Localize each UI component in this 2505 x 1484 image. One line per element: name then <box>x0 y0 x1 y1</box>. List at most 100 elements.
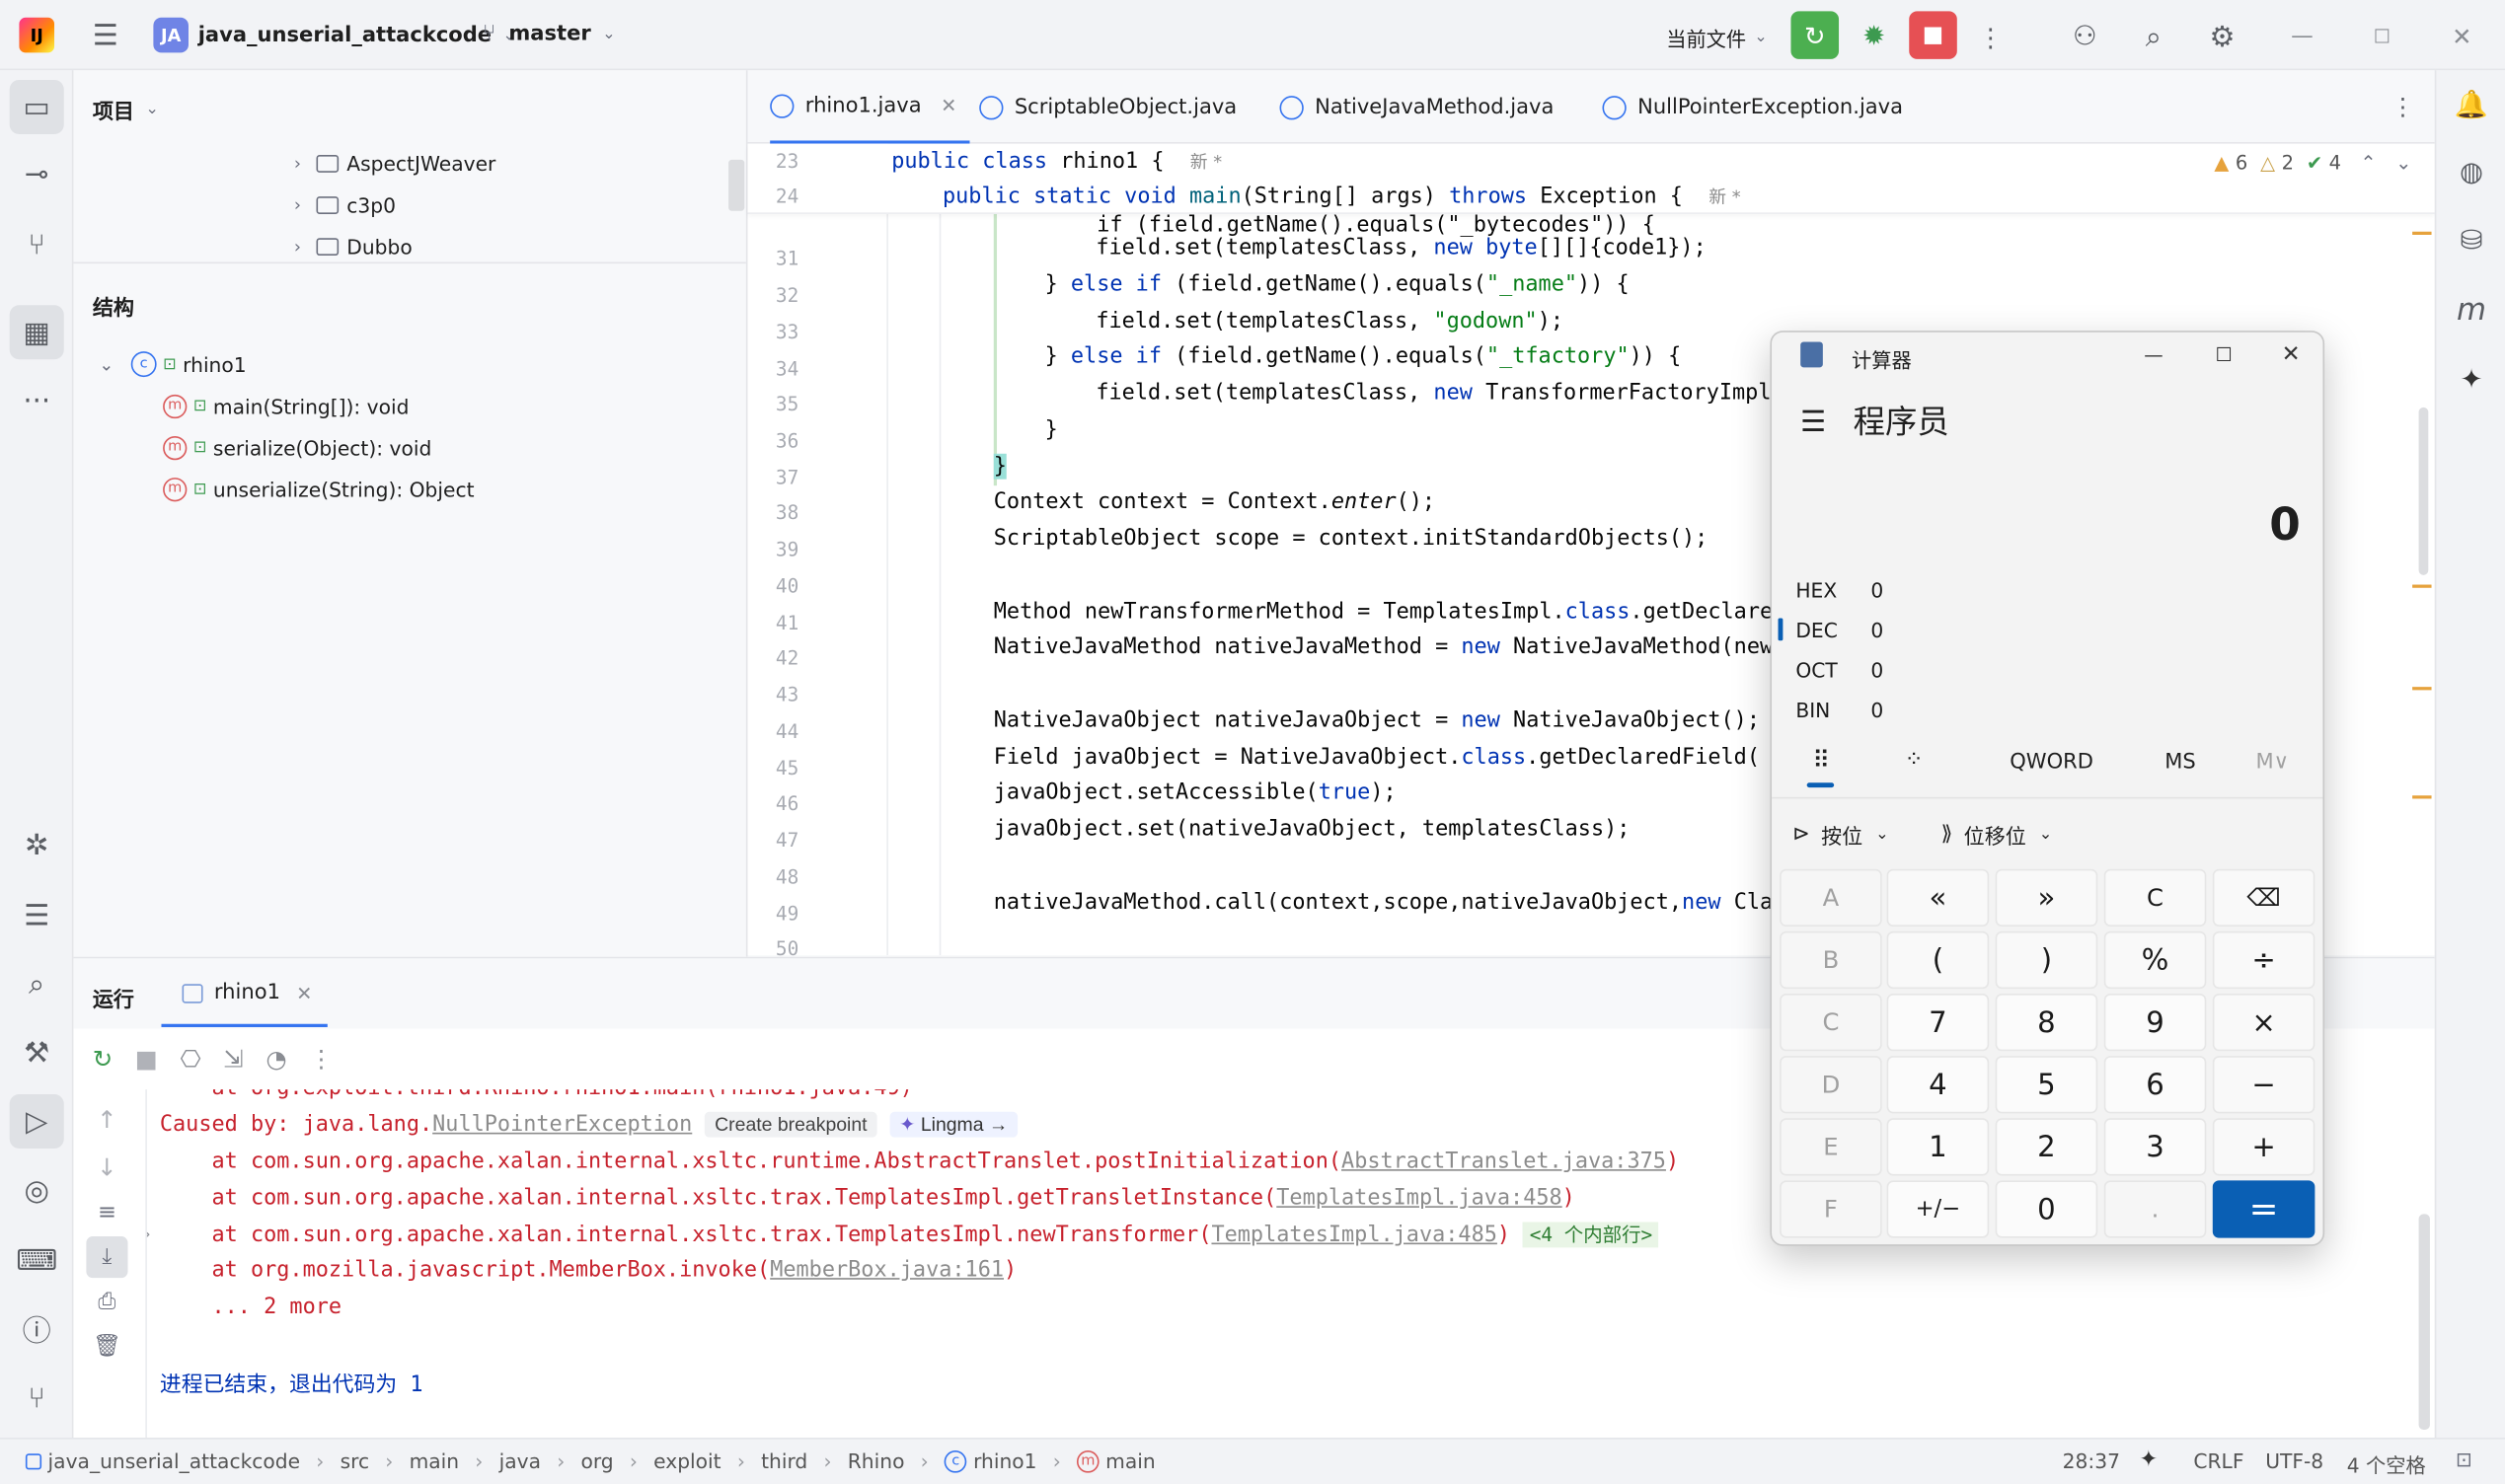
project-scrollbar[interactable] <box>728 159 745 211</box>
key-6[interactable]: 6 <box>2103 1056 2207 1114</box>
lingma-button[interactable]: ✦ Lingma → <box>889 1111 1019 1138</box>
stop-button[interactable]: ■ <box>1909 11 1957 59</box>
more-options-icon[interactable]: ⋮ <box>309 1045 333 1074</box>
frame-link[interactable]: TemplatesImpl.java:485 <box>1211 1222 1496 1247</box>
key-0[interactable]: 0 <box>1995 1180 2098 1238</box>
breadcrumb-item[interactable]: java <box>499 1448 541 1472</box>
soft-wrap-icon[interactable]: ≡ <box>90 1195 125 1230</box>
editor-scrollbar[interactable] <box>2418 407 2429 575</box>
find-tool-icon[interactable]: ⌕ <box>10 957 64 1011</box>
base-label[interactable]: BIN <box>1795 698 1830 721</box>
sticky-scroll-header[interactable]: 23 24 public class rhino1 { 新 * public s… <box>747 143 2435 214</box>
key-negate[interactable]: +/− <box>1886 1180 1990 1238</box>
lingma-status-icon[interactable]: ✦ <box>2139 1447 2158 1473</box>
key-close-paren[interactable]: ) <box>1995 930 2098 990</box>
profiler-icon[interactable]: ◔ <box>266 1045 286 1074</box>
build-tool-icon[interactable]: ⚒ <box>10 1025 64 1079</box>
caret-position[interactable]: 28:37 <box>2063 1448 2120 1472</box>
create-breakpoint-button[interactable]: Create breakpoint <box>705 1111 877 1138</box>
tree-folder[interactable]: › AspectJWeaver <box>294 142 725 184</box>
key-multiply[interactable]: × <box>2212 993 2315 1052</box>
run-tab-rhino1[interactable]: rhino1 ✕ <box>182 981 312 1004</box>
arrow-down-icon[interactable]: ↓ <box>90 1150 125 1186</box>
base-label[interactable]: DEC <box>1795 619 1838 642</box>
tree-folder[interactable]: › Dubbo <box>294 225 725 266</box>
bitwise-dropdown[interactable]: ⊳ 按位 ⌄ <box>1792 820 1889 851</box>
chevron-down-icon[interactable]: ⌄ <box>2395 152 2411 175</box>
breadcrumb-item[interactable]: third <box>761 1448 807 1472</box>
frame-link[interactable]: AbstractTranslet.java:375 <box>1341 1149 1666 1174</box>
project-selector[interactable]: JA java_unserial_attackcode ⌄ <box>153 17 516 53</box>
key-equals[interactable]: = <box>2212 1180 2315 1238</box>
notifications-icon[interactable]: 🔔 <box>2449 83 2493 127</box>
key-9[interactable]: 9 <box>2103 993 2207 1052</box>
hamburger-menu-icon[interactable]: ☰ <box>1794 403 1833 441</box>
structure-method-row[interactable]: m ⊡ main(String[]): void <box>99 385 737 426</box>
search-icon[interactable]: ⌕ <box>2133 16 2174 57</box>
clear-console-icon[interactable]: 🗑 <box>90 1329 125 1365</box>
debug-icon[interactable]: ✹ <box>1854 16 1895 57</box>
project-tool-icon[interactable]: ▭ <box>9 79 64 134</box>
file-encoding[interactable]: UTF-8 <box>2265 1448 2323 1472</box>
arrow-up-icon[interactable]: ↑ <box>90 1102 125 1138</box>
run-config-selector[interactable]: 当前文件 ⌄ <box>1666 23 1768 53</box>
breadcrumb-item[interactable]: src <box>341 1448 370 1472</box>
scroll-to-end-icon[interactable]: ⤓ <box>86 1236 128 1279</box>
tab-nullpointerexception[interactable]: NullPointerException.java <box>1602 70 1903 143</box>
indent-setting[interactable]: 4 个空格 <box>2347 1448 2426 1479</box>
close-icon[interactable]: ✕ <box>2441 16 2482 57</box>
database-icon[interactable]: ⛁ <box>2449 219 2493 263</box>
key-shift-right[interactable]: » <box>1995 868 2098 927</box>
chevron-up-icon[interactable]: ⌃ <box>2360 152 2376 175</box>
tab-nativejavamethod[interactable]: NativeJavaMethod.java <box>1279 70 1554 143</box>
breadcrumb-item[interactable]: main <box>1105 1448 1156 1472</box>
breadcrumb-item[interactable]: org <box>580 1448 613 1472</box>
key-add[interactable]: + <box>2212 1118 2315 1176</box>
full-keypad-icon[interactable]: ⠿ <box>1807 744 1836 776</box>
structure-method-row[interactable]: m ⊡ serialize(Object): void <box>99 426 737 468</box>
rerun-button[interactable]: ↻ <box>1790 11 1840 59</box>
rerun-icon[interactable]: ↻ <box>93 1045 113 1074</box>
base-label[interactable]: HEX <box>1795 578 1837 602</box>
frame-link[interactable]: TemplatesImpl.java:458 <box>1276 1185 1561 1211</box>
key-open-paren[interactable]: ( <box>1886 930 1990 990</box>
more-actions-icon[interactable]: ⋮ <box>1975 16 2007 57</box>
maximize-icon[interactable]: ☐ <box>2361 16 2402 57</box>
debug-tool-icon[interactable]: ✲ <box>10 818 64 872</box>
minimize-icon[interactable]: — <box>2136 338 2171 370</box>
structure-class-row[interactable]: ⌄ c ⊡ rhino1 <box>99 343 737 385</box>
key-7[interactable]: 7 <box>1886 993 1990 1052</box>
key-2[interactable]: 2 <box>1995 1118 2098 1176</box>
line-separator[interactable]: CRLF <box>2193 1448 2243 1472</box>
maven-icon[interactable]: m <box>2449 287 2493 332</box>
problems-tool-icon[interactable]: ⓘ <box>10 1301 64 1356</box>
bit-toggle-keypad-icon[interactable]: ⁘ <box>1900 744 1929 776</box>
close-icon[interactable]: ✕ <box>2273 338 2309 370</box>
structure-method-row[interactable]: m ⊡ unserialize(String): Object <box>99 468 737 509</box>
word-size-button[interactable]: QWORD <box>2010 751 2093 775</box>
exception-link[interactable]: NullPointerException <box>432 1112 692 1138</box>
key-8[interactable]: 8 <box>1995 993 2098 1052</box>
memory-store-button[interactable]: MS <box>2164 751 2196 775</box>
key-4[interactable]: 4 <box>1886 1056 1990 1114</box>
screenshot-icon[interactable]: ⎔ <box>181 1045 201 1074</box>
breadcrumb-item[interactable]: Rhino <box>848 1448 905 1472</box>
git-tool-icon[interactable]: ⑂ <box>10 1371 64 1425</box>
breadcrumb-item[interactable]: exploit <box>653 1448 721 1472</box>
user-add-icon[interactable]: ⚇ <box>2064 16 2105 57</box>
lingma-icon[interactable]: ✦ <box>2449 358 2493 403</box>
branch-selector[interactable]: ⑂ master ⌄ <box>483 21 616 46</box>
breadcrumb-item[interactable]: rhino1 <box>973 1448 1036 1472</box>
print-icon[interactable]: ⎙ <box>90 1285 125 1320</box>
frame-link[interactable]: MemberBox.java:161 <box>770 1257 1004 1283</box>
more-tools-icon[interactable]: ··· <box>10 374 64 428</box>
inspection-widget[interactable]: ▲ 6 △ 2 ✔ 4 ⌃ ⌄ <box>2214 152 2411 175</box>
tree-folder[interactable]: › c3p0 <box>294 184 725 225</box>
key-3[interactable]: 3 <box>2103 1118 2207 1176</box>
commit-tool-icon[interactable]: ⊸ <box>10 147 64 201</box>
services-tool-icon[interactable]: ◎ <box>10 1163 64 1218</box>
key-5[interactable]: 5 <box>1995 1056 2098 1114</box>
tab-scriptableobject[interactable]: ScriptableObject.java <box>979 70 1237 143</box>
terminal-tool-icon[interactable]: ⌨ <box>10 1233 64 1288</box>
todo-list-icon[interactable]: ☰ <box>10 888 64 942</box>
